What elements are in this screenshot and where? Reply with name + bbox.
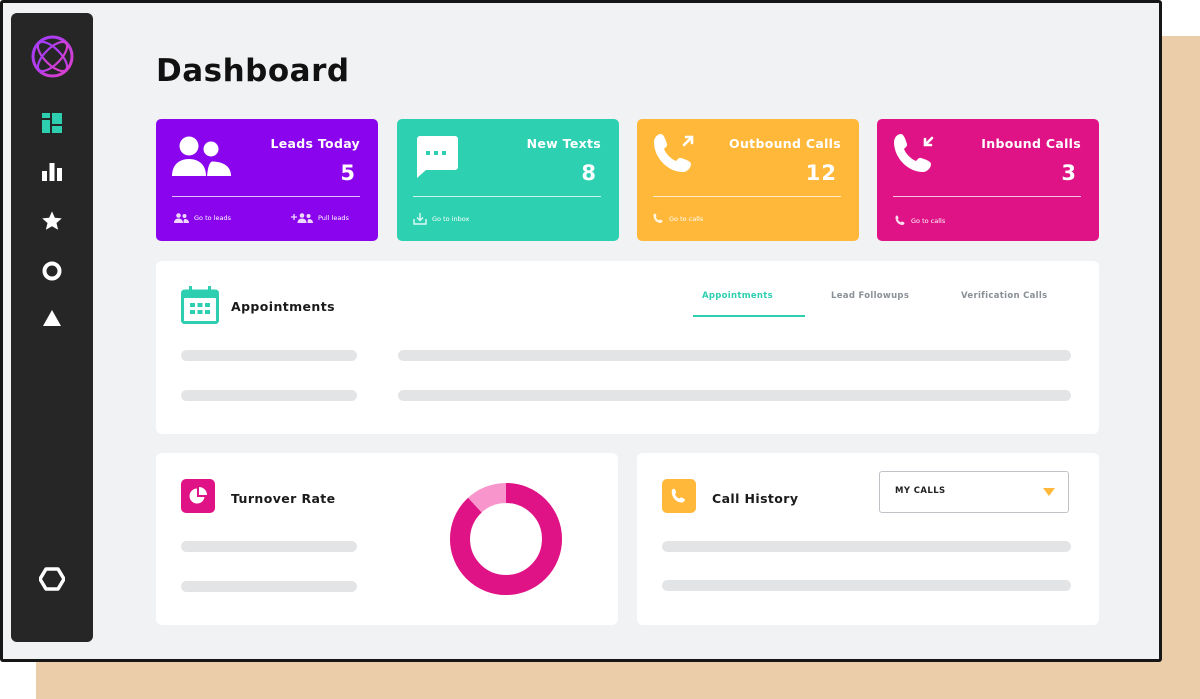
- placeholder-bar: [181, 390, 357, 401]
- calls-filter-dropdown[interactable]: MY CALLS: [879, 471, 1069, 513]
- donut-primary-segment: [450, 483, 562, 595]
- page-title: Dashboard: [156, 53, 350, 89]
- active-tab-underline: [693, 315, 805, 317]
- dropdown-value: MY CALLS: [895, 486, 946, 496]
- monitor-frame: Dashboard Leads Today 5 Go to leads Pull…: [0, 0, 1162, 662]
- dashboard-icon: [42, 113, 62, 133]
- sidebar: [11, 13, 93, 642]
- phone-icon: [662, 479, 696, 513]
- call-history-panel: Call History MY CALLS: [637, 453, 1099, 625]
- phone-icon: [895, 215, 905, 225]
- go-to-leads-link[interactable]: Go to leads: [174, 213, 231, 223]
- phone-outgoing-icon: [652, 132, 700, 182]
- nav-favorites[interactable]: [11, 201, 93, 241]
- globe-logo-icon[interactable]: [31, 35, 74, 78]
- card-link-label: Go to leads: [194, 214, 231, 222]
- card-divider: [653, 196, 841, 197]
- leads-today-card[interactable]: Leads Today 5 Go to leads Pull leads: [156, 119, 378, 241]
- users-icon: [174, 213, 189, 223]
- card-value: 12: [805, 161, 837, 185]
- card-link-label: Go to calls: [669, 214, 704, 223]
- placeholder-bar: [662, 580, 1071, 591]
- users-icon: [172, 135, 232, 183]
- triangle-icon: [43, 310, 61, 326]
- turnover-title: Turnover Rate: [231, 491, 336, 506]
- placeholder-bar: [181, 350, 357, 361]
- turnover-panel: Turnover Rate: [156, 453, 618, 625]
- card-link-label: Go to inbox: [432, 215, 470, 223]
- hexagon-icon: [39, 567, 65, 591]
- tab-appointments[interactable]: Appointments: [702, 291, 773, 301]
- caret-down-icon: [1043, 488, 1055, 496]
- card-label: Outbound Calls: [729, 136, 841, 151]
- bar-chart-icon: [42, 163, 62, 181]
- nav-settings[interactable]: [11, 559, 93, 599]
- phone-incoming-icon: [892, 132, 940, 182]
- tab-lead-followups[interactable]: Lead Followups: [831, 291, 909, 301]
- star-icon: [42, 211, 62, 230]
- placeholder-bar: [398, 350, 1071, 361]
- outbound-calls-card[interactable]: Outbound Calls 12 Go to calls: [637, 119, 859, 241]
- nav-triangle[interactable]: [11, 298, 93, 338]
- turnover-donut-chart: [450, 483, 562, 595]
- circle-icon: [42, 261, 62, 281]
- card-label: Leads Today: [270, 136, 360, 151]
- pie-chart-icon: [181, 479, 215, 513]
- inbound-calls-card[interactable]: Inbound Calls 3 Go to calls: [877, 119, 1099, 241]
- card-divider: [893, 196, 1081, 197]
- go-to-calls-link[interactable]: Go to calls: [895, 215, 945, 226]
- new-texts-card[interactable]: New Texts 8 Go to inbox: [397, 119, 619, 241]
- appointments-title: Appointments: [231, 299, 335, 314]
- card-divider: [413, 196, 601, 197]
- message-icon: [414, 136, 458, 182]
- app-screen: Dashboard Leads Today 5 Go to leads Pull…: [3, 3, 1159, 659]
- card-value: 5: [340, 161, 356, 185]
- call-history-title: Call History: [712, 491, 799, 506]
- nav-circle[interactable]: [11, 251, 93, 291]
- card-link-label: Pull leads: [318, 214, 349, 222]
- placeholder-bar: [181, 581, 357, 592]
- go-to-inbox-link[interactable]: Go to inbox: [413, 213, 469, 225]
- card-value: 3: [1061, 161, 1077, 185]
- nav-reports[interactable]: [11, 152, 93, 192]
- appointments-panel: Appointments Appointments Lead Followups…: [156, 261, 1099, 434]
- phone-icon: [653, 213, 663, 223]
- card-label: Inbound Calls: [981, 136, 1081, 151]
- placeholder-bar: [662, 541, 1071, 552]
- card-label: New Texts: [526, 136, 601, 151]
- add-users-icon: [291, 213, 313, 223]
- placeholder-bar: [398, 390, 1071, 401]
- placeholder-bar: [181, 541, 357, 552]
- card-divider: [172, 196, 360, 197]
- pull-leads-link[interactable]: Pull leads: [291, 213, 349, 223]
- tab-verification-calls[interactable]: Verification Calls: [961, 291, 1047, 301]
- nav-dashboard[interactable]: [11, 103, 93, 143]
- go-to-calls-link[interactable]: Go to calls: [653, 213, 703, 224]
- calendar-icon: [181, 286, 219, 328]
- card-link-label: Go to calls: [911, 216, 946, 225]
- card-value: 8: [581, 161, 597, 185]
- inbox-icon: [413, 213, 427, 225]
